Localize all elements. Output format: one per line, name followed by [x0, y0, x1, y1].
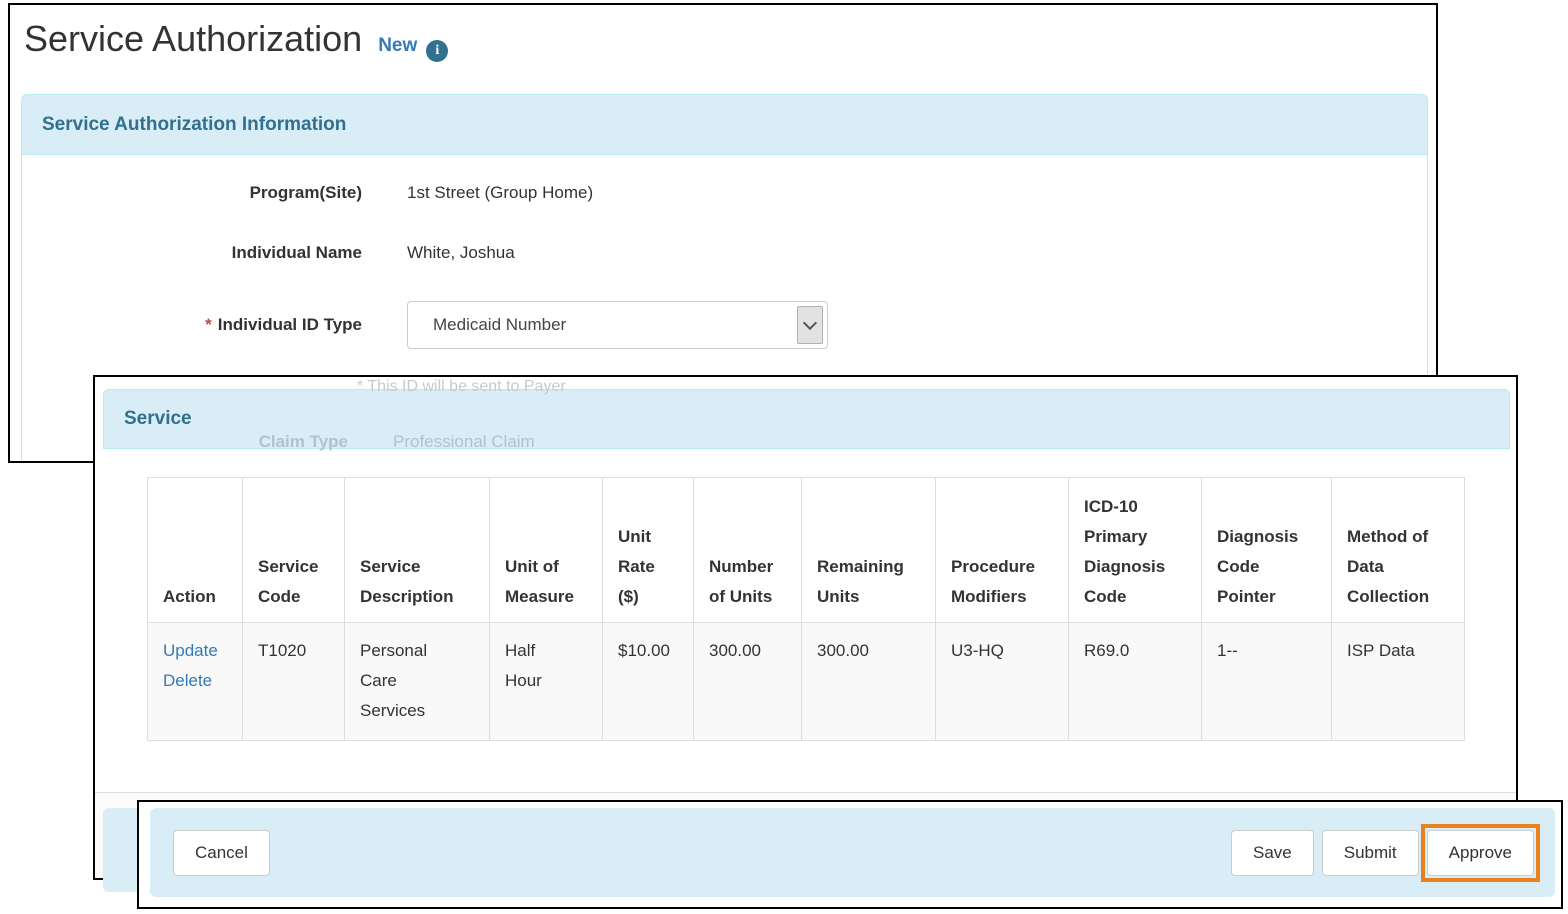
service-table: Action Service Code Service Description … [147, 477, 1465, 741]
program-site-row: Program(Site) 1st Street (Group Home) [34, 183, 934, 203]
diagnosis-code-pointer-cell: 1-- [1201, 622, 1332, 741]
number-of-units-cell: 300.00 [693, 622, 802, 741]
ghost-claim-type-value: Professional Claim [393, 432, 535, 451]
action-button-bar: Cancel Save Submit Approve [150, 808, 1555, 897]
individual-id-type-select[interactable]: Medicaid Number [407, 301, 828, 349]
col-icd10-primary-diagnosis-code: ICD-10 Primary Diagnosis Code [1068, 477, 1202, 623]
ghost-id-note: * This ID will be sent to Payer [357, 378, 566, 395]
individual-id-type-label: * Individual ID Type [205, 315, 362, 334]
individual-name-value: White, Joshua [407, 243, 515, 262]
col-unit-of-measure: Unit of Measure [489, 477, 603, 623]
page-title: Service Authorization [24, 18, 363, 59]
col-diagnosis-code-pointer: Diagnosis Code Pointer [1201, 477, 1332, 623]
col-action: Action [147, 477, 243, 623]
service-code-cell: T1020 [242, 622, 345, 741]
ghost-claim-type-label: Claim Type [258, 432, 348, 451]
program-site-value: 1st Street (Group Home) [407, 183, 594, 202]
page-title-row: Service Authorization New i [24, 18, 449, 62]
col-service-code: Service Code [242, 477, 345, 623]
auth-info-section-header: Service Authorization Information [21, 94, 1428, 155]
unit-of-measure-cell: Half Hour [489, 622, 603, 741]
approve-highlight-annotation: Approve [1420, 823, 1540, 882]
individual-id-type-row: * Individual ID Type Medicaid Number [34, 301, 934, 349]
icd10-primary-diagnosis-code-cell: R69.0 [1068, 622, 1202, 741]
submit-button[interactable]: Submit [1321, 829, 1419, 876]
col-method-of-data-collection: Method of Data Collection [1331, 477, 1465, 623]
service-heading: Service [124, 408, 192, 429]
update-link[interactable]: Update [163, 636, 227, 666]
screenshot-stage: Service Authorization New i Service Auth… [0, 0, 1568, 914]
procedure-modifiers-cell: U3-HQ [935, 622, 1069, 741]
chevron-down-icon[interactable] [797, 306, 823, 344]
table-row: Update Delete T1020 Personal Care Servic… [147, 622, 1465, 741]
table-header-row: Action Service Code Service Description … [147, 477, 1465, 623]
col-unit-rate: Unit Rate ($) [602, 477, 694, 623]
method-of-data-collection-cell: ISP Data [1331, 622, 1465, 741]
info-icon[interactable]: i [426, 40, 449, 62]
delete-link[interactable]: Delete [163, 666, 227, 696]
col-service-description: Service Description [344, 477, 490, 623]
save-button[interactable]: Save [1231, 829, 1314, 876]
ghost-claim-type-row: Claim Type Professional Claim [95, 432, 995, 452]
remaining-units-cell: 300.00 [801, 622, 936, 741]
col-number-of-units: Number of Units [693, 477, 802, 623]
individual-name-row: Individual Name White, Joshua [34, 243, 934, 263]
status-badge: New [378, 35, 418, 56]
cancel-button[interactable]: Cancel [173, 829, 270, 876]
individual-name-label: Individual Name [231, 243, 362, 262]
required-marker: * [205, 315, 212, 334]
action-bar-window: Cancel Save Submit Approve [137, 800, 1563, 909]
individual-id-type-selected-value: Medicaid Number [433, 315, 567, 334]
col-procedure-modifiers: Procedure Modifiers [935, 477, 1069, 623]
service-description-cell: Personal Care Services [344, 622, 490, 741]
unit-rate-cell: $10.00 [602, 622, 694, 741]
program-site-label: Program(Site) [249, 183, 362, 202]
col-remaining-units: Remaining Units [801, 477, 936, 623]
action-cell: Update Delete [147, 622, 243, 741]
auth-info-heading: Service Authorization Information [42, 113, 347, 135]
approve-button[interactable]: Approve [1426, 829, 1534, 876]
